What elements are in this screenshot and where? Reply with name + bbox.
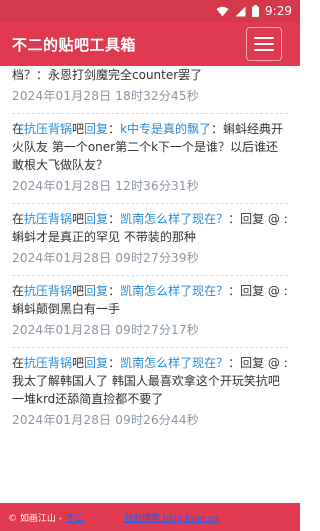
post-mid: 吧 [72,122,85,136]
post-text: 档？：永恩打剑魔完全counter罢了 [12,66,290,84]
copyright-text: © 如画江山 - [8,513,62,524]
post-timestamp: 2024年01月28日 09时27分17秒 [12,323,199,337]
forum-link[interactable]: 抗压背锅 [24,284,72,298]
post-timestamp: 2024年01月28日 09时26分44秒 [12,413,199,427]
reply-link[interactable]: 回复 [84,212,108,226]
post-timestamp: 2024年01月28日 18时32分45秒 [12,89,199,103]
post-separator: ： [108,212,121,226]
signal-icon [235,6,246,16]
post-separator: ： [108,284,121,298]
post-content: 档？：永恩打剑魔完全counter罢了 [12,68,203,82]
reply-link[interactable]: 回复 [84,356,108,370]
topic-link[interactable]: k中专是真的飘了 [120,122,211,136]
topic-link[interactable]: 凯南怎么样了现在？ [120,284,228,298]
topic-link[interactable]: 凯南怎么样了现在？ [120,356,228,370]
post-mid: 吧 [72,356,85,370]
post-mid: 吧 [72,212,85,226]
status-bar: 9:29 [0,0,300,22]
author-link[interactable]: 不二 [66,511,84,524]
post-separator: ： [228,212,241,226]
post-separator: ： [108,356,121,370]
post-prefix: 在 [12,122,25,136]
app-title: 不二的贴吧工具箱 [12,35,137,54]
post-separator: ： [211,122,224,136]
post-prefix: 在 [12,284,25,298]
footer: © 如画江山 - 不二 我的博客 blog.buer.cn [0,503,300,531]
forum-link[interactable]: 抗压背锅 [24,356,72,370]
list-item: 在抗压背锅吧回复：凯南怎么样了现在？：回复 @ :蝌蚪才是真正的罕见 不带装的那… [0,204,300,275]
blog-link[interactable]: 我的博客 blog.buer.cn [124,511,219,524]
hamburger-icon-line [254,37,274,39]
list-item: 档？：永恩打剑魔完全counter罢了 2024年01月28日 18时32分45… [0,66,300,113]
status-time: 9:29 [265,4,292,18]
wifi-icon [216,6,229,16]
hamburger-icon-line [254,49,274,51]
reply-link[interactable]: 回复 [84,284,108,298]
reply-link[interactable]: 回复 [84,122,108,136]
post-text: 在抗压背锅吧回复：凯南怎么样了现在？：回复 @ :我太了解韩国人了 韩国人最喜欢… [12,354,290,408]
post-timestamp: 2024年01月28日 12时36分31秒 [12,179,199,193]
post-text: 在抗压背锅吧回复：凯南怎么样了现在？：回复 @ :蝌蚪才是真正的罕见 不带装的那… [12,210,290,246]
hamburger-icon-line [254,43,274,45]
post-text: 在抗压背锅吧回复：凯南怎么样了现在？：回复 @ :蝌蚪颠倒黑白有一手 [12,282,290,318]
app-bar: 不二的贴吧工具箱 [0,22,300,66]
topic-link[interactable]: 凯南怎么样了现在？ [120,212,228,226]
post-separator: ： [228,356,241,370]
forum-link[interactable]: 抗压背锅 [24,122,72,136]
post-list[interactable]: 档？：永恩打剑魔完全counter罢了 2024年01月28日 18时32分45… [0,66,300,503]
list-item: 在抗压背锅吧回复：凯南怎么样了现在？：回复 @ :蝌蚪颠倒黑白有一手 2024年… [0,276,300,347]
list-item: 在抗压背锅吧回复：凯南怎么样了现在？：回复 @ :我太了解韩国人了 韩国人最喜欢… [0,348,300,437]
post-prefix: 在 [12,212,25,226]
battery-icon [252,5,260,17]
post-mid: 吧 [72,284,85,298]
post-separator: ： [108,122,121,136]
menu-button[interactable] [246,27,282,61]
post-prefix: 在 [12,356,25,370]
post-separator: ： [228,284,241,298]
post-timestamp: 2024年01月28日 09时27分39秒 [12,251,199,265]
forum-link[interactable]: 抗压背锅 [24,212,72,226]
list-item: 在抗压背锅吧回复：k中专是真的飘了：蝌蚪经典开火队友 第一个oner第二个k下一… [0,114,300,203]
post-text: 在抗压背锅吧回复：k中专是真的飘了：蝌蚪经典开火队友 第一个oner第二个k下一… [12,120,290,174]
